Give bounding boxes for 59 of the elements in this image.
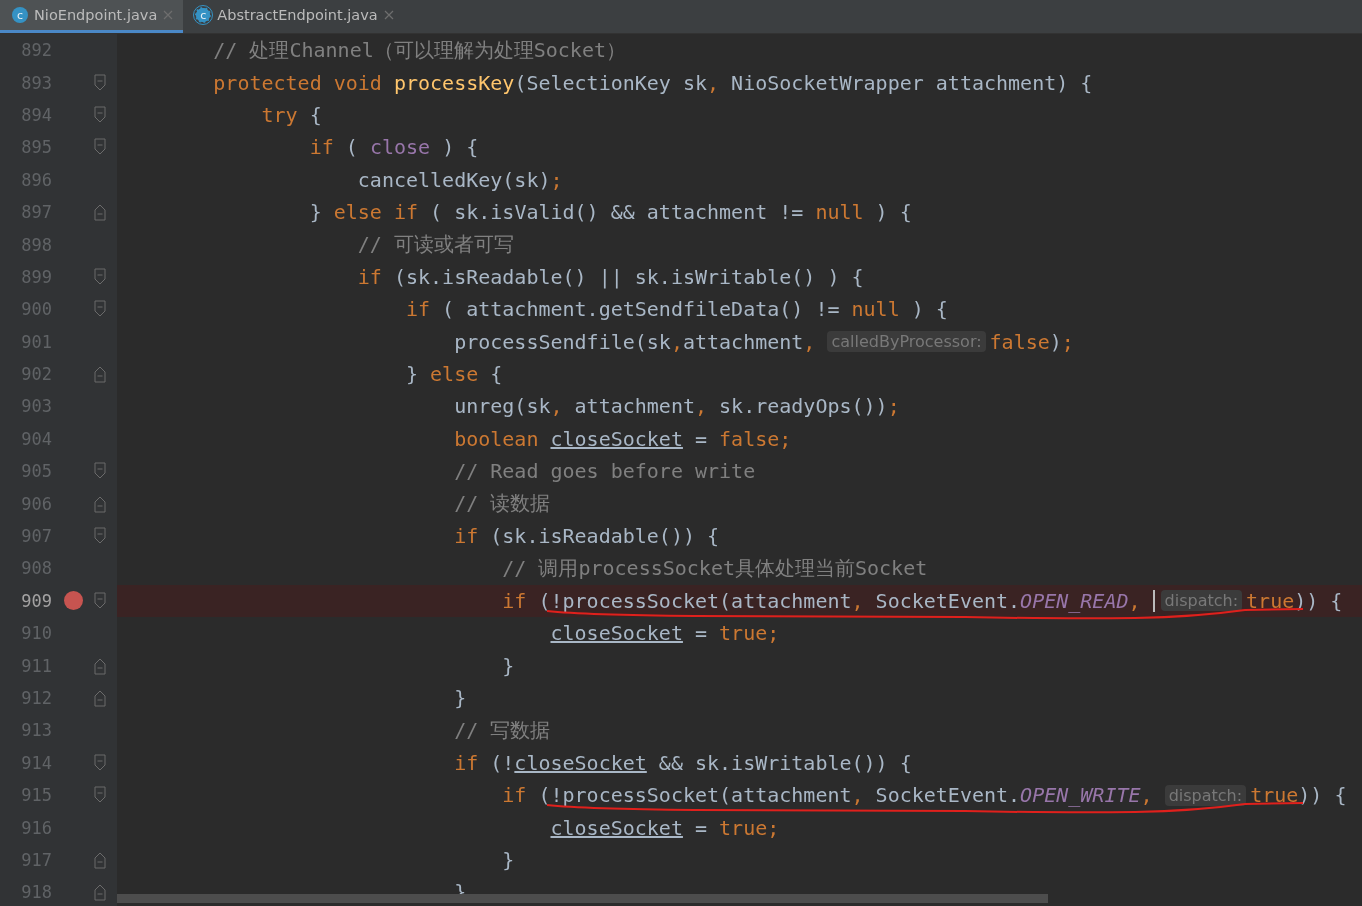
fold-icon[interactable] [94,786,106,805]
fold-icon[interactable] [94,267,106,286]
code-text: closeSocket = true; [549,815,780,840]
code-text: cancelledKey(sk); [356,167,563,192]
code-text: // 读数据 [453,490,551,518]
code-text: protected void processKey(SelectionKey sk, NioSocketWrapper attachment) { [212,70,1093,95]
line-number: 909 [20,590,52,611]
code-text: } [501,847,515,872]
fold-icon[interactable] [94,494,106,513]
fold-icon[interactable] [94,850,106,869]
inlay-hint: dispatch: [1160,590,1243,612]
code-text: try { [260,102,322,127]
code-text: closeSocket = true; [549,621,780,646]
code-text: } else if ( sk.isValid() && attachment != null ) { [308,200,912,225]
code-text: // Read goes before write [453,459,756,484]
code-text: // 可读或者可写 [356,231,514,259]
code-text: unreg(sk, attachment, sk.readyOps()); [453,394,900,419]
code-text: } [453,686,467,710]
code-text: // 调用processSocket具体处理当前Socket [501,554,928,582]
code-text: } [501,653,515,678]
horizontal-scrollbar[interactable] [117,894,1048,903]
code-text: if ( attachment.getSendfileData() != null ) { [405,297,948,322]
code-text: if (sk.isReadable() || sk.isWritable() ) { [356,264,864,289]
close-icon[interactable] [383,10,394,20]
code-text: // 写数据 [453,716,551,744]
class-icon: c [12,7,28,23]
code-text: } else { [405,362,503,387]
fold-icon[interactable] [94,462,106,481]
file-tab[interactable]: c AbstractEndpoint.java [183,0,404,33]
fold-icon[interactable] [94,753,106,772]
code-text: true)) { [1250,783,1347,808]
code-text: if (sk.isReadable()) { [453,524,720,549]
inlay-hint: calledByProcessor: [827,331,986,353]
fold-icon[interactable] [94,203,106,222]
fold-icon[interactable] [94,656,106,675]
breakpoint-icon[interactable] [63,591,83,611]
fold-icon[interactable] [94,689,106,707]
fold-icon[interactable] [94,73,106,92]
fold-icon[interactable] [94,365,106,384]
code-text: // 处理Channel（可以理解为处理Socket） [212,36,626,64]
code-text: boolean closeSocket = false; [453,426,792,451]
code-text: if ( close ) { [308,135,479,160]
fold-icon[interactable] [94,883,106,902]
close-icon[interactable] [163,10,174,20]
code-text: true)) { [1246,588,1343,613]
file-tab[interactable]: c NioEndpoint.java [0,0,184,33]
fold-icon[interactable] [94,105,106,124]
code-text: false); [989,329,1074,354]
code-text: if (!processSocket(attachment, SocketEvent.OPEN_WRITE, [501,783,1154,808]
fold-icon[interactable] [94,591,106,610]
fold-icon[interactable] [94,138,106,157]
class-icon: c [195,7,212,23]
code-text: processSendfile(sk,attachment, [453,329,817,354]
text-cursor [1152,589,1155,612]
code-text: if (!closeSocket && sk.isWritable()) { [453,750,912,775]
fold-icon[interactable] [94,300,106,319]
code-text: if (!processSocket(attachment, SocketEvent.OPEN_READ, [501,588,1142,613]
fold-icon[interactable] [94,527,106,546]
inlay-hint: dispatch: [1164,784,1247,806]
